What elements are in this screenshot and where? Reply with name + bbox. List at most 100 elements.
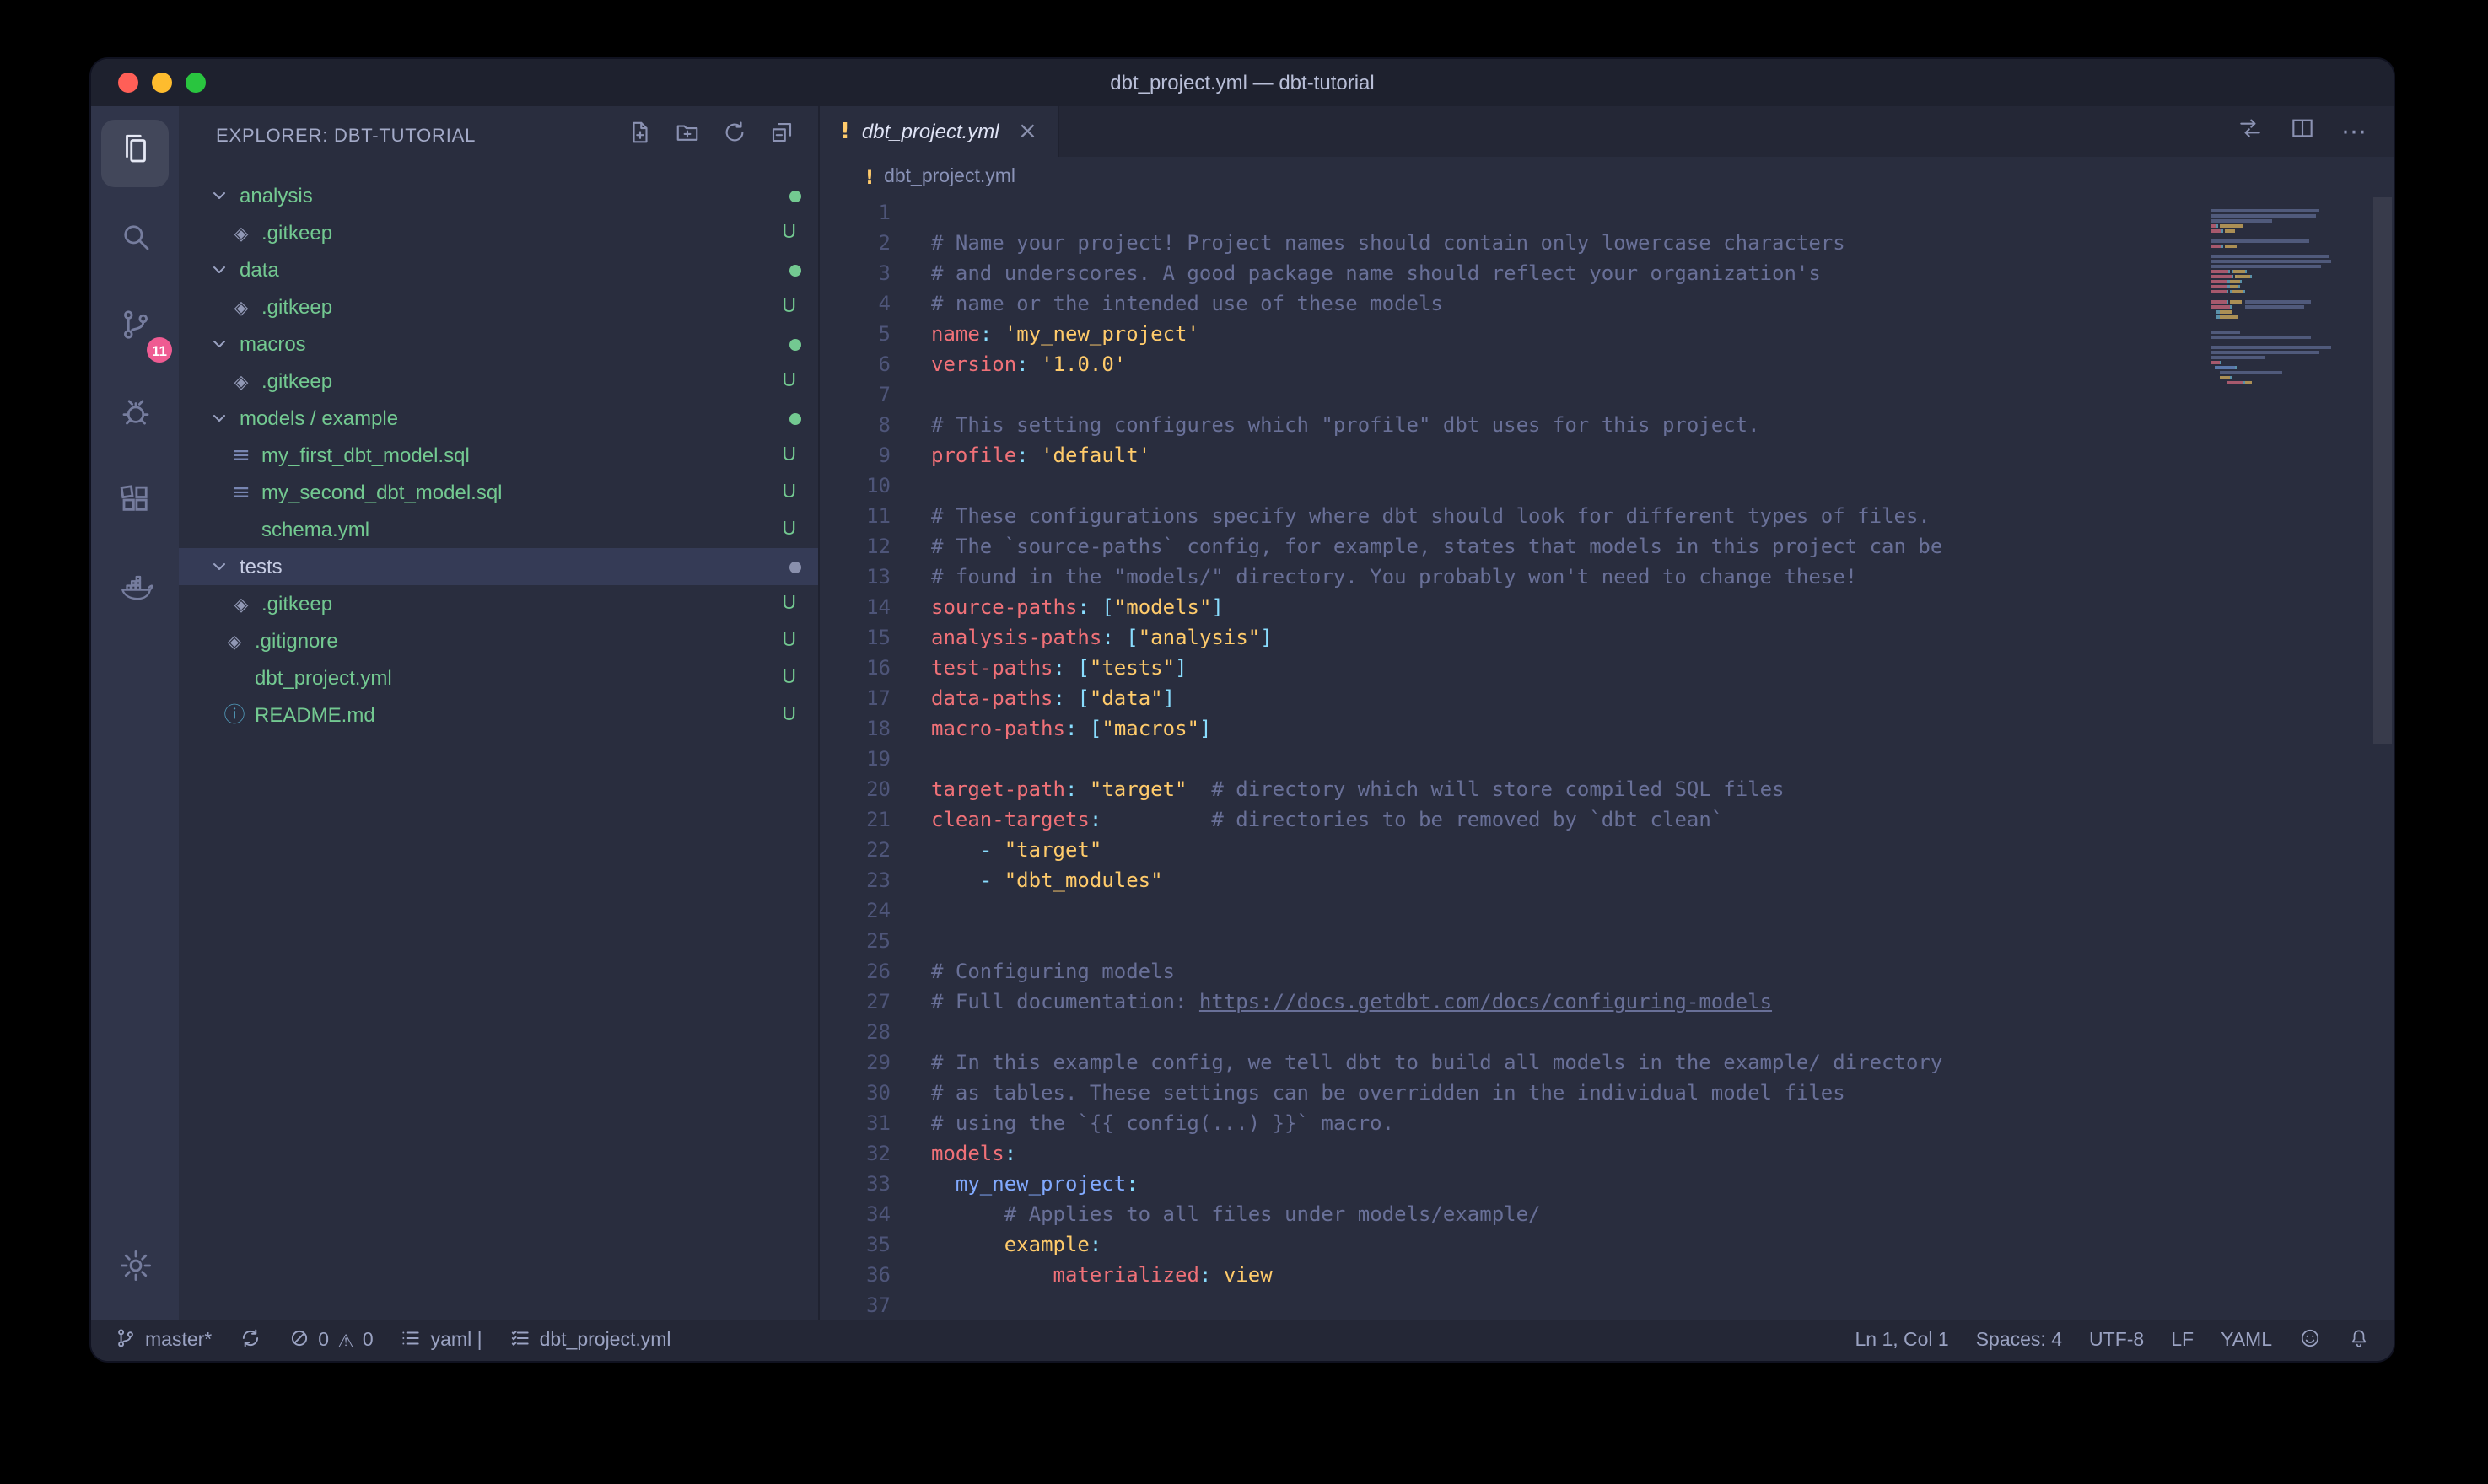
tree-row[interactable]: analysis <box>179 177 818 214</box>
minimap-line <box>2211 250 2367 253</box>
minimap-line <box>2211 331 2367 334</box>
yaml-lint-label: yaml | <box>431 1331 482 1351</box>
git-change-dot <box>789 190 801 202</box>
code-line: 26# Configuring models <box>820 956 2394 987</box>
tree-row[interactable]: ◈.gitkeepU <box>179 214 818 251</box>
minimap-line <box>2211 341 2367 344</box>
git-status-badge: U <box>782 445 796 465</box>
code-line: 25 <box>820 926 2394 956</box>
refresh-icon[interactable] <box>722 120 747 153</box>
activity-explorer[interactable] <box>101 120 169 187</box>
git-status-badge: U <box>782 519 796 540</box>
minimap-line <box>2211 270 2367 273</box>
indentation-setting[interactable]: Spaces: 4 <box>1976 1331 2062 1351</box>
minimap-line <box>2211 285 2367 288</box>
open-changes-icon[interactable] <box>2237 114 2264 149</box>
minimize-window-button[interactable] <box>152 73 172 93</box>
tree-item-label: .gitignore <box>255 629 338 653</box>
minimap-line <box>2211 386 2367 390</box>
minimap-line <box>2211 310 2367 314</box>
yaml-lint-status[interactable]: yaml | <box>401 1327 482 1354</box>
title-bar: dbt_project.yml — dbt-tutorial <box>91 59 2394 106</box>
tree-item-label: .gitkeep <box>261 221 332 245</box>
tree-row[interactable]: ◈.gitignoreU <box>179 622 818 659</box>
tree-row[interactable]: ◈.gitkeepU <box>179 363 818 400</box>
code-line: 23 - "dbt_modules" <box>820 865 2394 895</box>
tab-title: dbt_project.yml <box>862 120 999 143</box>
tree-item-label: my_first_dbt_model.sql <box>261 444 470 467</box>
editor-actions: ⋯ <box>2237 106 2394 157</box>
activity-debug[interactable] <box>101 383 169 450</box>
tree-row[interactable]: ◈.gitkeepU <box>179 288 818 325</box>
code-line: 7 <box>820 379 2394 410</box>
language-mode[interactable]: YAML <box>2221 1331 2272 1351</box>
feedback-smiley[interactable] <box>2299 1327 2321 1354</box>
tree-row[interactable]: models / example <box>179 400 818 437</box>
tree-item-label: analysis <box>240 184 313 207</box>
tree-row[interactable]: ⓘREADME.mdU <box>179 696 818 734</box>
yaml-file-icon: ! <box>865 166 874 188</box>
activity-bar: 11 <box>91 106 179 1320</box>
explorer-header-title: EXPLORER: DBT-TUTORIAL <box>216 126 476 147</box>
tree-row[interactable]: dbt_project.ymlU <box>179 659 818 696</box>
activity-docker[interactable] <box>101 558 169 626</box>
tree-row[interactable]: ◈.gitkeepU <box>179 585 818 622</box>
minimap-line <box>2211 239 2367 243</box>
split-editor-icon[interactable] <box>2289 114 2316 149</box>
eol-setting[interactable]: LF <box>2171 1331 2194 1351</box>
sync-status[interactable] <box>239 1327 261 1354</box>
problems-status[interactable]: 0 ⚠ 0 <box>288 1327 373 1354</box>
zoom-window-button[interactable] <box>186 73 206 93</box>
code-line: 1 <box>820 197 2394 228</box>
tree-row[interactable]: data <box>179 251 818 288</box>
new-folder-icon[interactable] <box>675 120 700 153</box>
new-file-icon[interactable] <box>627 120 653 153</box>
vscode-window: dbt_project.yml — dbt-tutorial 11 <box>91 59 2394 1361</box>
notifications[interactable] <box>2348 1327 2370 1354</box>
encoding-setting[interactable]: UTF-8 <box>2089 1331 2144 1351</box>
minimap-line <box>2211 336 2367 339</box>
minimap[interactable] <box>2211 204 2367 391</box>
git-status-badge: U <box>782 482 796 503</box>
git-change-dot <box>789 561 801 573</box>
tree-row[interactable]: ≡my_first_dbt_model.sqlU <box>179 437 818 474</box>
desktop-background: dbt_project.yml — dbt-tutorial 11 <box>0 0 2488 1484</box>
close-window-button[interactable] <box>118 73 138 93</box>
code-line: 34 # Applies to all files under models/e… <box>820 1199 2394 1229</box>
collapse-all-icon[interactable] <box>769 120 794 153</box>
tree-row[interactable]: ≡my_second_dbt_model.sqlU <box>179 474 818 511</box>
editor-area: ! dbt_project.yml × ⋯ ! dbt_project.yml <box>820 106 2394 1320</box>
breadcrumb[interactable]: ! dbt_project.yml <box>820 157 2394 197</box>
tree-row[interactable]: schema.ymlU <box>179 511 818 548</box>
chevron-down-icon <box>209 184 233 207</box>
minimap-line <box>2211 356 2367 359</box>
activity-source-control[interactable]: 11 <box>101 295 169 363</box>
code-line: 15analysis-paths: ["analysis"] <box>820 622 2394 653</box>
sync-icon <box>239 1327 261 1354</box>
code-editor[interactable]: 12# Name your project! Project names sho… <box>820 197 2394 1320</box>
git-status-badge: U <box>782 631 796 651</box>
minimap-line <box>2211 214 2367 218</box>
tab-dbt-project-yml[interactable]: ! dbt_project.yml × <box>820 106 1059 157</box>
code-line: 16test-paths: ["tests"] <box>820 653 2394 683</box>
minimap-line <box>2211 204 2367 207</box>
more-actions-icon[interactable]: ⋯ <box>2341 116 2368 147</box>
tree-item-label: dbt_project.yml <box>255 666 392 690</box>
settings-gear[interactable] <box>101 1236 169 1304</box>
scrollbar-thumb[interactable] <box>2373 197 2392 744</box>
tree-item-label: data <box>240 258 279 282</box>
status-bar: master* 0 ⚠ 0 yaml | dbt_project.yml Ln … <box>91 1320 2394 1361</box>
tree-row[interactable]: macros <box>179 325 818 363</box>
smiley-icon <box>2299 1327 2321 1354</box>
diamond-file-icon: ◈ <box>229 372 253 390</box>
activity-extensions[interactable] <box>101 470 169 538</box>
code-line: 35 example: <box>820 1229 2394 1260</box>
close-tab-icon[interactable]: × <box>1018 118 1037 145</box>
code-line: 11# These configurations specify where d… <box>820 501 2394 531</box>
file-task-status[interactable]: dbt_project.yml <box>509 1327 671 1354</box>
cursor-position[interactable]: Ln 1, Col 1 <box>1855 1331 1948 1351</box>
activity-search[interactable] <box>101 207 169 275</box>
tree-row[interactable]: tests <box>179 548 818 585</box>
code-line: 14source-paths: ["models"] <box>820 592 2394 622</box>
git-branch-status[interactable]: master* <box>115 1327 212 1354</box>
